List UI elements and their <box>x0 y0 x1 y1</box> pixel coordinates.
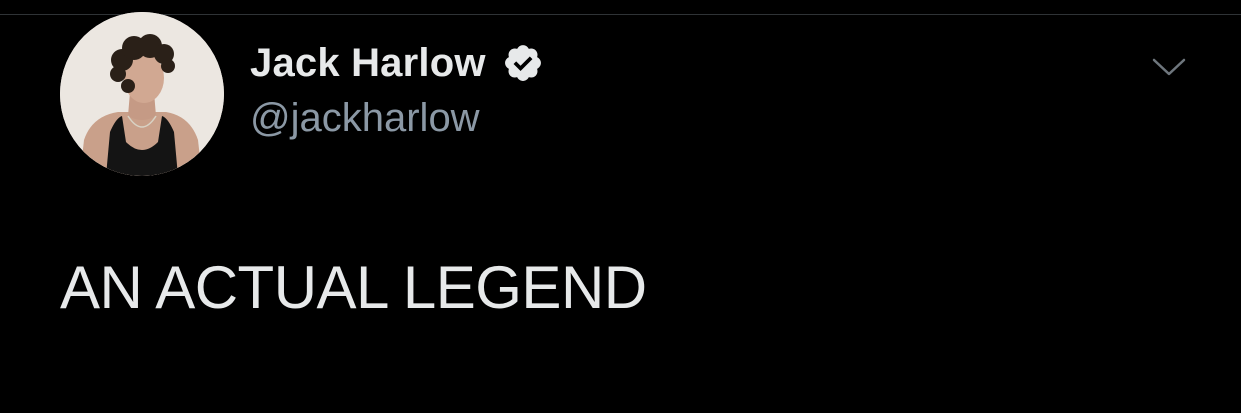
display-name[interactable]: Jack Harlow <box>250 41 486 86</box>
top-divider <box>0 14 1241 15</box>
avatar[interactable] <box>60 12 224 176</box>
verified-badge-icon <box>502 42 544 84</box>
name-row: Jack Harlow <box>250 40 544 86</box>
user-handle[interactable]: @jackharlow <box>250 96 544 141</box>
tweet-text: AN ACTUAL LEGEND <box>60 254 647 321</box>
chevron-down-icon[interactable] <box>1150 52 1188 82</box>
avatar-photo <box>60 12 224 176</box>
tweet-author[interactable]: Jack Harlow @jackharlow <box>250 40 544 141</box>
